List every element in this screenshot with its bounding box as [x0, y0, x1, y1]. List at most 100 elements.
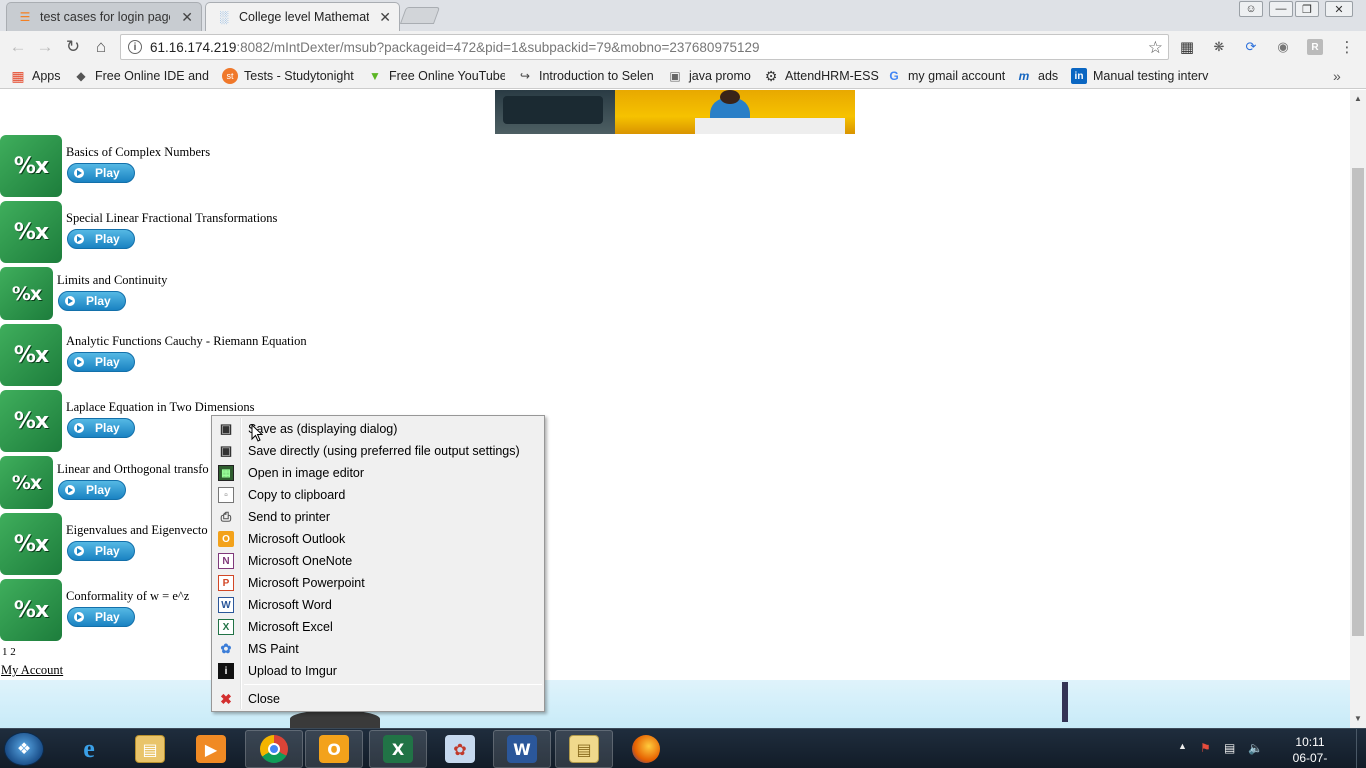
firefox-icon[interactable] [617, 730, 675, 768]
menu-icon[interactable]: ⋮ [1339, 39, 1355, 56]
tab-title: test cases for login page [40, 10, 170, 24]
menu-item-close[interactable]: ✖ Close [214, 688, 542, 710]
bookmark-label: Tests - Studytonight [244, 69, 354, 83]
bookmark-star-icon[interactable]: ☆ [1148, 38, 1163, 58]
menu-item-save-directly[interactable]: ▣ Save directly (using preferred file ou… [214, 440, 542, 462]
scroll-up-icon[interactable]: ▲ [1354, 94, 1362, 103]
math-thumbnail-icon[interactable]: %x [0, 579, 62, 641]
scroll-down-icon[interactable]: ▼ [1354, 714, 1362, 723]
menu-item-word[interactable]: W Microsoft Word [214, 594, 542, 616]
r-extension-icon[interactable]: R [1307, 39, 1323, 55]
paint-icon[interactable]: ✿ [431, 730, 489, 768]
show-desktop-button[interactable] [1356, 729, 1366, 768]
explorer-icon[interactable]: ▤ [121, 730, 179, 768]
tray-expand-icon[interactable]: ▲ [1178, 741, 1187, 751]
folder-icon[interactable]: ▤ [555, 730, 613, 768]
math-thumbnail-icon[interactable]: %x [0, 513, 62, 575]
camera-extension-icon[interactable]: ◉ [1275, 39, 1291, 55]
play-button[interactable]: Play [67, 352, 135, 372]
restore-button[interactable]: ❐ [1295, 1, 1319, 17]
clipboard-icon: ▫ [218, 487, 234, 503]
google-icon: G [889, 69, 899, 83]
image-editor-icon: ▦ [218, 465, 234, 481]
bookmark-ide[interactable]: ◆ Free Online IDE and T [73, 67, 211, 85]
tab-college-math[interactable]: ░ College level Mathematic ✕ [205, 2, 400, 31]
math-thumbnail-icon[interactable]: %x [0, 324, 62, 386]
new-tab-button[interactable] [399, 7, 441, 24]
window-close-button[interactable]: ✕ [1325, 1, 1353, 17]
word-icon[interactable]: W [493, 730, 551, 768]
reload-icon[interactable]: ↻ [62, 36, 84, 58]
profile-icon[interactable]: ☺ [1239, 1, 1263, 17]
minimize-button[interactable]: — [1269, 1, 1293, 17]
menu-item-open-editor[interactable]: ▦ Open in image editor [214, 462, 542, 484]
download-icon: ▼ [369, 69, 381, 83]
volume-icon[interactable]: 🔈 [1248, 741, 1263, 755]
bookmark-apps[interactable]: ▦ Apps [10, 67, 60, 85]
play-button[interactable]: Play [67, 163, 135, 183]
play-button[interactable]: Play [67, 541, 135, 561]
tab-test-cases[interactable]: ☰ test cases for login page ✕ [6, 2, 202, 31]
bookmark-label: my gmail account [908, 69, 1006, 83]
menu-item-onenote[interactable]: N Microsoft OneNote [214, 550, 542, 572]
chrome-icon[interactable] [245, 730, 303, 768]
math-thumbnail-icon[interactable]: %x [0, 456, 53, 509]
url-host: 61.16.174.219 [150, 39, 237, 55]
page-link-2[interactable]: 2 [10, 646, 16, 658]
math-thumbnail-icon[interactable]: %x [0, 267, 53, 320]
my-account-link[interactable]: My Account [1, 663, 63, 678]
play-icon [74, 546, 84, 556]
address-bar[interactable]: i 61.16.174.219:8082/mIntDexter/msub?pac… [120, 34, 1169, 60]
bookmark-manual-testing[interactable]: in Manual testing interv [1071, 67, 1209, 85]
action-center-icon[interactable]: ⚑ [1200, 741, 1211, 755]
menu-item-powerpoint[interactable]: P Microsoft Powerpoint [214, 572, 542, 594]
powerpoint-icon: P [218, 575, 234, 591]
menu-item-imgur[interactable]: i Upload to Imgur [214, 660, 542, 682]
forward-icon[interactable]: → [34, 36, 56, 58]
play-icon [74, 612, 84, 622]
floppy-icon: ▣ [219, 443, 233, 458]
menu-item-outlook[interactable]: O Microsoft Outlook [214, 528, 542, 550]
bookmark-ads[interactable]: m ads [1016, 67, 1059, 85]
scrollbar-thumb[interactable] [1352, 168, 1364, 636]
math-thumbnail-icon[interactable]: %x [0, 201, 62, 263]
more-bookmarks-icon[interactable]: » [1333, 67, 1341, 85]
menu-item-save-as[interactable]: ▣ Save as (displaying dialog) [214, 418, 542, 440]
vertical-scrollbar[interactable]: ▲ ▼ [1350, 90, 1366, 728]
clock-time: 10:11 [1295, 735, 1325, 749]
bookmark-gmail[interactable]: G my gmail account [886, 67, 1005, 85]
play-button[interactable]: Play [67, 418, 135, 438]
play-button[interactable]: Play [58, 480, 126, 500]
start-icon[interactable]: ❖ [4, 732, 44, 766]
close-icon[interactable]: ✕ [181, 9, 193, 26]
bug-extension-icon[interactable]: ❋ [1211, 39, 1227, 55]
bookmark-attendhrm[interactable]: ⚙ AttendHRM-ESS [763, 67, 879, 85]
excel-icon[interactable]: X [369, 730, 427, 768]
sync-extension-icon[interactable]: ⟳ [1243, 39, 1259, 55]
bookmark-youtube-dl[interactable]: ▼ Free Online YouTube [367, 67, 505, 85]
back-icon[interactable]: ← [7, 36, 29, 58]
bookmark-selenium[interactable]: ↪ Introduction to Selen [517, 67, 654, 85]
network-icon[interactable]: ▤ [1224, 741, 1235, 755]
math-thumbnail-icon[interactable]: %x [0, 390, 62, 452]
home-icon[interactable]: ⌂ [90, 36, 112, 58]
toolbar: ← → ↻ ⌂ i 61.16.174.219:8082/mIntDexter/… [0, 31, 1366, 63]
play-button[interactable]: Play [67, 229, 135, 249]
bookmark-java-promo[interactable]: ▣ java promo [667, 67, 751, 85]
outlook-icon[interactable]: O [305, 730, 363, 768]
play-button[interactable]: Play [67, 607, 135, 627]
menu-item-printer[interactable]: ⎙ Send to printer [214, 506, 542, 528]
menu-item-copy-clipboard[interactable]: ▫ Copy to clipboard [214, 484, 542, 506]
menu-item-ms-paint[interactable]: ✿ MS Paint [214, 638, 542, 660]
play-button[interactable]: Play [58, 291, 126, 311]
ie-icon[interactable]: e [60, 730, 118, 768]
reader-extension-icon[interactable]: ▦ [1179, 39, 1195, 56]
info-icon[interactable]: i [128, 40, 142, 54]
play-icon [65, 485, 75, 495]
menu-item-excel[interactable]: X Microsoft Excel [214, 616, 542, 638]
bookmark-studytonight[interactable]: st Tests - Studytonight [222, 67, 354, 85]
media-player-icon[interactable]: ▶ [182, 730, 240, 768]
close-icon[interactable]: ✕ [379, 9, 391, 26]
math-thumbnail-icon[interactable]: %x [0, 135, 62, 197]
system-clock[interactable]: 10:11 06-07-2017 [1280, 734, 1340, 768]
